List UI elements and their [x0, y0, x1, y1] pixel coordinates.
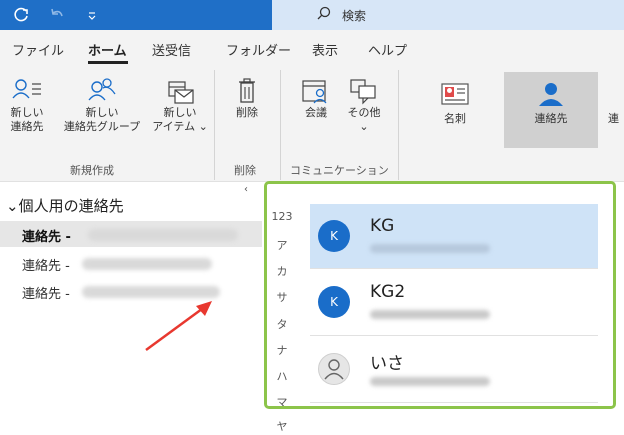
redacted-account: [82, 258, 212, 270]
more-communicate-button[interactable]: その他 ⌄: [342, 76, 386, 134]
new-items-icon: [168, 81, 194, 104]
more-label-1: その他: [347, 106, 381, 119]
more-label-2: ⌄: [359, 120, 369, 133]
ribbon-divider: [398, 70, 399, 180]
green-highlight-annotation: [264, 181, 616, 409]
view-contact[interactable]: 連絡先: [504, 72, 598, 148]
new-contact-group-button[interactable]: 新しい 連絡先グループ: [54, 76, 150, 134]
meeting-label: 会議: [305, 106, 327, 119]
my-contacts-header[interactable]: ⌄個人用の連絡先: [6, 195, 124, 216]
new-contact-icon: [12, 79, 41, 99]
group-label-new: 新規作成: [70, 164, 114, 177]
index-ya[interactable]: ヤ: [268, 418, 296, 434]
redacted-account: [88, 229, 238, 241]
tab-file[interactable]: ファイル: [12, 40, 64, 59]
tab-help[interactable]: ヘルプ: [368, 40, 407, 59]
new-items-label-1: 新しい: [163, 106, 197, 119]
new-contact-label-2: 連絡先: [10, 120, 44, 133]
view-partial[interactable]: 連: [602, 72, 624, 148]
title-bar: 検索: [0, 0, 624, 30]
business-card-label: 名刺: [444, 112, 466, 125]
tab-home[interactable]: ホーム: [88, 40, 127, 59]
collapse-pane-icon[interactable]: ‹: [244, 184, 248, 195]
outlook-contacts-window: 検索 ファイル ホーム 送受信 フォルダー 表示 ヘルプ 新しい 連絡先 新しい…: [0, 0, 624, 435]
undo-icon[interactable]: [48, 6, 66, 28]
business-card-icon: [441, 83, 469, 105]
new-contact-label-1: 新しい: [10, 106, 44, 119]
search-icon: [316, 6, 332, 26]
new-items-button[interactable]: 新しい アイテム ⌄: [152, 76, 208, 134]
tab-view[interactable]: 表示: [312, 40, 338, 59]
quick-access-dropdown-icon[interactable]: [86, 6, 98, 28]
tab-folder[interactable]: フォルダー: [226, 40, 291, 59]
red-arrow-annotation: [145, 301, 212, 352]
view-business-card[interactable]: 名刺: [408, 72, 502, 148]
contacts-folder-label: 連絡先 -: [22, 230, 71, 245]
new-contact-button[interactable]: 新しい 連絡先: [6, 76, 48, 134]
delete-button[interactable]: 削除: [222, 76, 272, 120]
ribbon-tabs: ファイル ホーム 送受信 フォルダー 表示 ヘルプ: [0, 30, 624, 64]
meeting-icon: [302, 80, 327, 104]
contacts-folder-2[interactable]: 連絡先 -: [0, 250, 262, 276]
contacts-folder-label: 連絡先 -: [22, 287, 70, 302]
contacts-folder-1[interactable]: 連絡先 -: [0, 221, 262, 247]
contacts-folder-label: 連絡先 -: [22, 259, 70, 274]
new-contact-group-icon: [88, 78, 116, 101]
new-items-label-2: アイテム ⌄: [152, 120, 208, 133]
folder-pane: [0, 182, 262, 435]
chat-icon: [350, 79, 376, 105]
trash-icon: [239, 78, 255, 103]
group-label-delete: 削除: [234, 164, 256, 177]
new-contact-group-label-2: 連絡先グループ: [63, 120, 141, 133]
ribbon-divider: [280, 70, 281, 180]
contact-view-icon: [539, 83, 563, 106]
new-contact-group-label-1: 新しい: [85, 106, 119, 119]
partial-view-label: 連: [608, 112, 619, 125]
ribbon-divider: [214, 70, 215, 180]
search-label[interactable]: 検索: [342, 7, 366, 24]
meeting-button[interactable]: 会議: [290, 76, 342, 120]
delete-label: 削除: [236, 106, 258, 119]
contacts-folder-3[interactable]: 連絡先 -: [0, 278, 262, 304]
sync-icon[interactable]: [12, 6, 30, 28]
contact-view-label: 連絡先: [534, 112, 568, 125]
tab-send-receive[interactable]: 送受信: [152, 40, 191, 59]
group-label-communicate: コミュニケーション: [290, 164, 389, 177]
